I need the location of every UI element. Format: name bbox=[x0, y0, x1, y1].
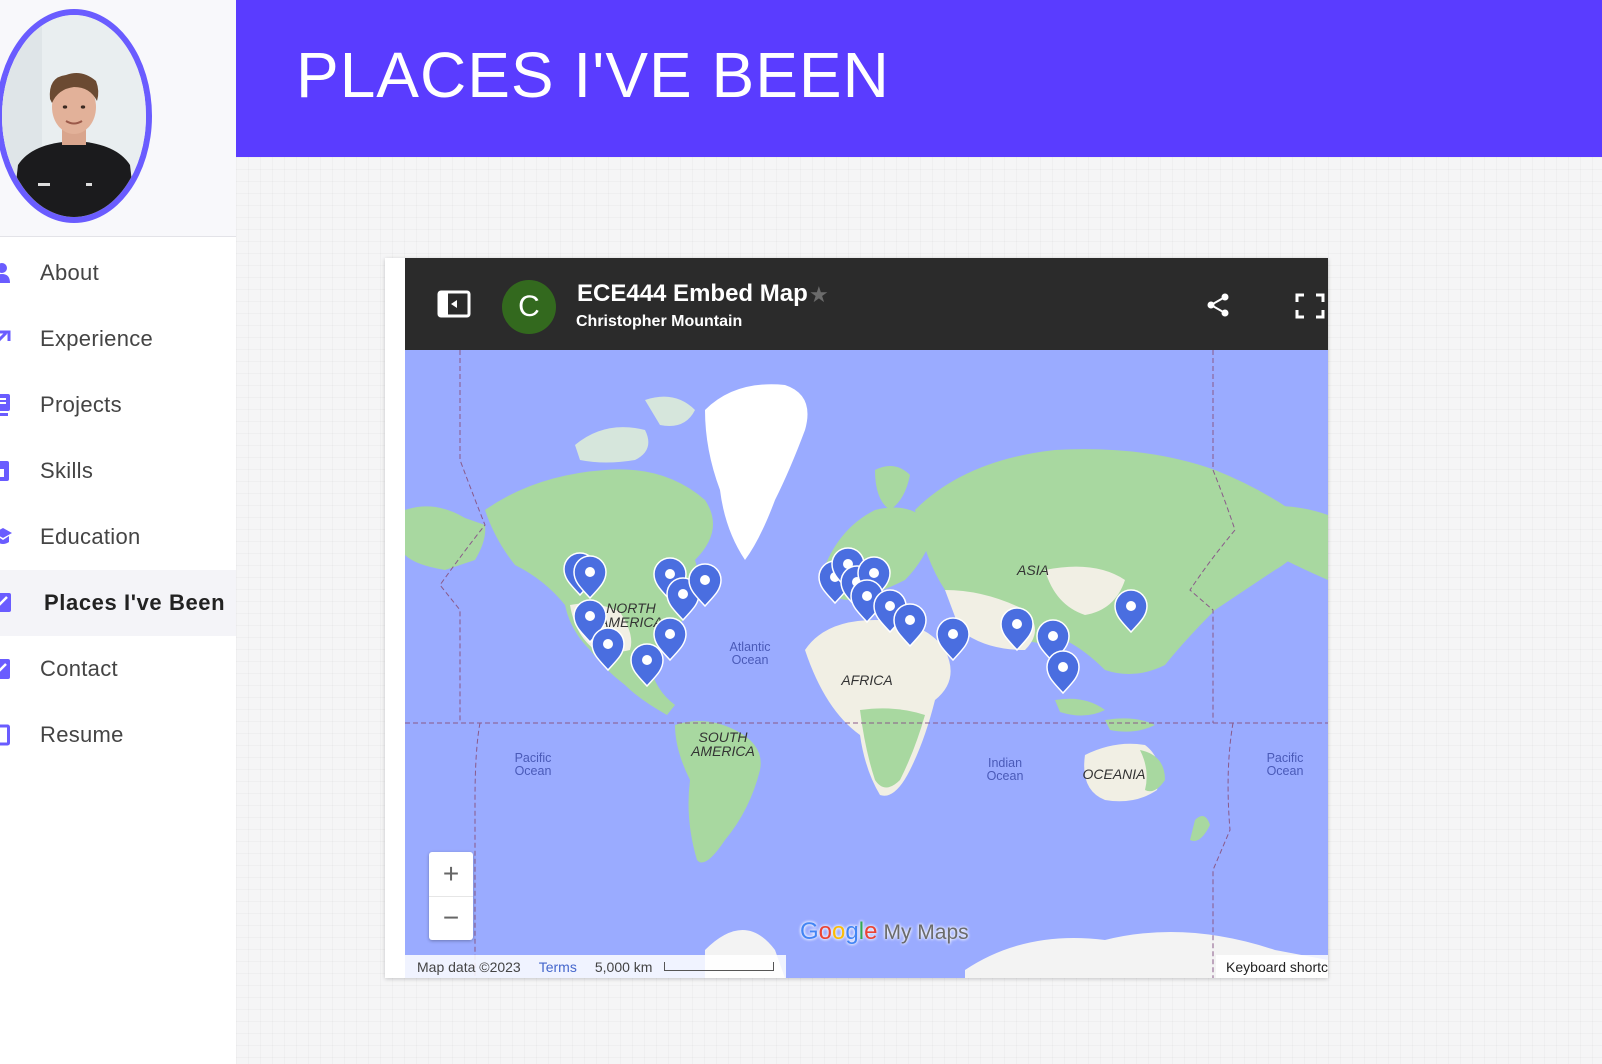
google-logo: Google bbox=[800, 918, 878, 945]
label-pacific-w-1: Pacific bbox=[515, 751, 552, 765]
avatar bbox=[0, 9, 152, 223]
sidebar-item-experience[interactable]: Experience bbox=[0, 306, 236, 372]
owner-avatar: C bbox=[502, 280, 556, 334]
terms-link[interactable]: Terms bbox=[539, 959, 577, 975]
map-attribution: Map data ©2023 Terms 5,000 km bbox=[405, 955, 787, 978]
label-atlantic-2: Ocean bbox=[732, 653, 769, 667]
envelope-icon bbox=[0, 657, 14, 681]
sidebar-item-about[interactable]: About bbox=[0, 240, 236, 306]
sidebar-item-label: Experience bbox=[40, 326, 154, 351]
google-my-maps-logo: Google My Maps bbox=[800, 918, 969, 946]
sidebar-item-label: Resume bbox=[40, 722, 124, 747]
scale-label: 5,000 km bbox=[594, 958, 653, 975]
label-atlantic-1: Atlantic bbox=[730, 640, 771, 654]
my-maps-text: My Maps bbox=[883, 921, 969, 944]
map-data-text: Map data ©2023 bbox=[417, 958, 521, 975]
map-title: ECE444 Embed Map bbox=[577, 280, 808, 307]
sidebar-item-label: Places I've Been bbox=[44, 590, 226, 615]
sidebar-item-label: Skills bbox=[40, 458, 94, 483]
map-topbar: C ECE444 Embed Map ★ Christopher Mountai… bbox=[405, 258, 1328, 350]
zoom-in-button[interactable]: + bbox=[429, 852, 473, 897]
label-oceania: OCEANIA bbox=[1082, 766, 1145, 782]
trending-up-icon bbox=[0, 327, 14, 351]
world-map[interactable]: NORTH AMERICA SOUTH AMERICA AFRICA ASIA … bbox=[405, 350, 1328, 978]
label-pacific-e-2: Ocean bbox=[1267, 764, 1304, 778]
page-header: PLACES I'VE BEEN bbox=[236, 0, 1602, 157]
profile-section bbox=[0, 0, 236, 237]
map-owner: Christopher Mountain bbox=[576, 313, 743, 330]
label-indian-1: Indian bbox=[988, 756, 1022, 770]
sidebar-item-label: Projects bbox=[40, 392, 122, 417]
label-pacific-w-2: Ocean bbox=[515, 764, 552, 778]
label-pacific-e-1: Pacific bbox=[1267, 751, 1304, 765]
sidebar-item-projects[interactable]: Projects bbox=[0, 372, 236, 438]
document-icon bbox=[0, 723, 14, 747]
zoom-out-button[interactable]: − bbox=[429, 896, 473, 940]
sidebar-item-contact[interactable]: Contact bbox=[0, 636, 236, 702]
map-embed[interactable]: C ECE444 Embed Map ★ Christopher Mountai… bbox=[405, 258, 1328, 978]
sidebar-item-skills[interactable]: Skills bbox=[0, 438, 236, 504]
sidebar-item-resume[interactable]: Resume bbox=[0, 702, 236, 768]
star-icon[interactable]: ★ bbox=[809, 282, 829, 308]
monitor-icon bbox=[0, 393, 14, 417]
sidebar-item-education[interactable]: Education bbox=[0, 504, 236, 570]
chart-icon bbox=[0, 459, 14, 483]
plane-icon bbox=[0, 591, 14, 615]
person-icon bbox=[0, 261, 14, 285]
label-south-america-2: AMERICA bbox=[690, 743, 755, 759]
label-africa: AFRICA bbox=[840, 672, 892, 688]
sidebar: About Experience Projects Skills Educati… bbox=[0, 0, 237, 1064]
page-title: PLACES I'VE BEEN bbox=[296, 39, 890, 111]
label-indian-2: Ocean bbox=[987, 769, 1024, 783]
graduation-cap-icon bbox=[0, 525, 14, 549]
sidebar-item-label: Contact bbox=[40, 656, 118, 681]
share-icon[interactable] bbox=[1205, 292, 1231, 323]
sidebar-item-label: About bbox=[40, 260, 99, 285]
keyboard-shortcuts-button[interactable]: Keyboard shortc bbox=[1216, 955, 1328, 978]
scale-bar bbox=[664, 962, 775, 971]
map-embed-card: C ECE444 Embed Map ★ Christopher Mountai… bbox=[385, 258, 1328, 978]
fullscreen-icon[interactable] bbox=[1295, 293, 1325, 324]
sidebar-item-places[interactable]: Places I've Been bbox=[0, 570, 236, 636]
zoom-control: + − bbox=[429, 852, 473, 940]
side-panel-icon[interactable] bbox=[437, 290, 471, 323]
label-asia: ASIA bbox=[1016, 562, 1049, 578]
sidebar-nav: About Experience Projects Skills Educati… bbox=[0, 240, 236, 768]
sidebar-item-label: Education bbox=[40, 524, 141, 549]
